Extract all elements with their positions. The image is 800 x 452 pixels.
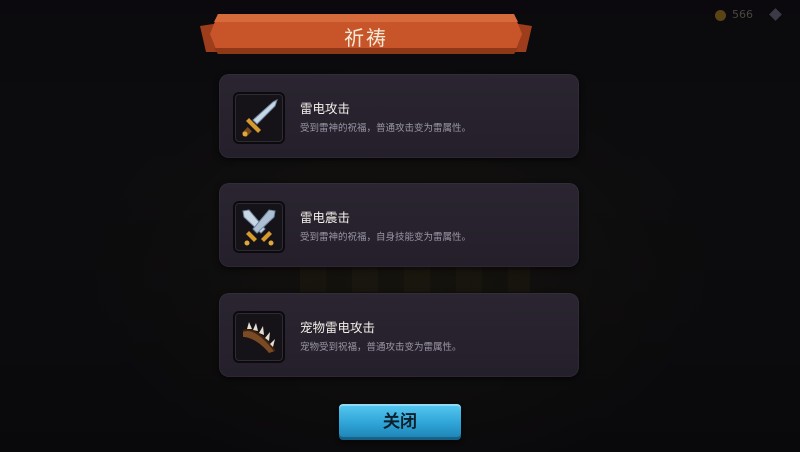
skill-name: 雷电震击 (300, 210, 351, 225)
skill-description: 受到雷神的祝福，自身技能变为雷属性。 (300, 232, 472, 243)
skill-card: 雷电震击 受到雷神的祝福，自身技能变为雷属性。 (219, 183, 579, 267)
dialog-title: 祈祷 (344, 26, 388, 50)
close-button[interactable]: 关闭 (339, 404, 461, 440)
skill-name: 宠物雷电攻击 (300, 320, 376, 335)
skill-icon-frame (233, 92, 285, 144)
coin-value: 566 (732, 8, 753, 21)
top-hud: 566 (715, 8, 782, 21)
gem-icon (769, 8, 782, 21)
skill-card: 雷电攻击 受到雷神的祝福，普通攻击变为雷属性。 (219, 74, 579, 158)
skill-description: 宠物受到祝福，普通攻击变为雷属性。 (300, 342, 462, 353)
sword-icon (242, 99, 278, 137)
skill-name: 雷电攻击 (300, 101, 351, 116)
claw-icon (242, 322, 276, 353)
coin-icon (715, 9, 726, 21)
crossed-swords-icon (242, 209, 276, 246)
skill-card: 宠物雷电攻击 宠物受到祝福，普通攻击变为雷属性。 (219, 293, 579, 377)
coin-counter: 566 (715, 8, 753, 21)
skill-icon-frame (233, 201, 285, 253)
title-ribbon: 祈祷 (200, 12, 532, 58)
skill-icon-frame (233, 311, 285, 363)
skill-description: 受到雷神的祝福，普通攻击变为雷属性。 (300, 123, 472, 134)
